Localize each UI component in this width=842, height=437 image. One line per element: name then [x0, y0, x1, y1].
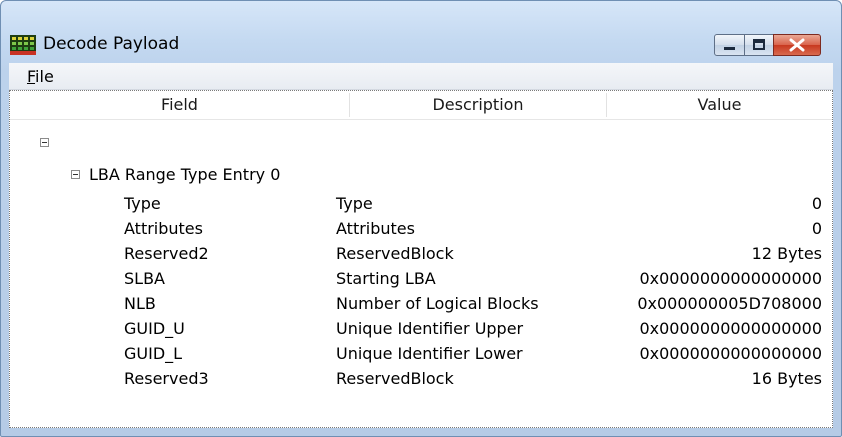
tree-root-row[interactable] [10, 131, 832, 155]
tree-group-row[interactable]: LBA Range Type Entry 0 [10, 163, 832, 187]
description-cell: ReservedBlock [336, 244, 454, 263]
collapse-icon[interactable] [71, 170, 80, 179]
description-cell: Unique Identifier Upper [336, 319, 524, 338]
menu-file-mnemonic: F [27, 67, 36, 86]
value-cell: 0 [811, 194, 822, 213]
field-cell: Reserved2 [124, 244, 209, 263]
description-cell: Starting LBA [336, 269, 436, 288]
value-cell: 0x0000000000000000 [639, 269, 822, 288]
column-header-field[interactable]: Field [10, 91, 349, 119]
column-header-row: Field Description Value [10, 91, 832, 120]
value-cell: 0x0000000000000000 [639, 319, 822, 338]
description-cell: Number of Logical Blocks [336, 294, 539, 313]
table-row[interactable]: NLB Number of Logical Blocks 0x000000005… [10, 292, 832, 316]
collapse-icon[interactable] [40, 138, 49, 147]
close-icon [789, 38, 805, 52]
value-cell: 0 [811, 219, 822, 238]
menu-bar [9, 63, 833, 90]
value-cell: 0x000000005D708000 [637, 294, 822, 313]
field-cell: Attributes [124, 219, 203, 238]
table-row[interactable]: SLBA Starting LBA 0x0000000000000000 [10, 267, 832, 291]
minimize-icon [724, 47, 735, 50]
description-cell: Type [336, 194, 373, 213]
description-cell: Attributes [336, 219, 415, 238]
table-row[interactable]: Reserved2 ReservedBlock 12 Bytes [10, 242, 832, 266]
description-cell: Unique Identifier Lower [336, 344, 523, 363]
table-row[interactable]: GUID_U Unique Identifier Upper 0x0000000… [10, 317, 832, 341]
menu-file[interactable]: File [27, 67, 54, 86]
window-title: Decode Payload [43, 34, 180, 54]
close-button[interactable] [773, 34, 821, 56]
field-cell: NLB [124, 294, 156, 313]
maximize-button[interactable] [744, 34, 774, 56]
tree-group-label: LBA Range Type Entry 0 [89, 165, 281, 184]
menu-file-label: ile [35, 67, 54, 86]
maximize-icon [753, 39, 765, 50]
value-cell: 16 Bytes [751, 369, 822, 388]
field-cell: SLBA [124, 269, 165, 288]
value-cell: 12 Bytes [751, 244, 822, 263]
field-cell: GUID_U [124, 319, 185, 338]
minimize-button[interactable] [714, 34, 745, 56]
value-cell: 0x0000000000000000 [639, 344, 822, 363]
field-cell: Reserved3 [124, 369, 209, 388]
title-bar[interactable]: Decode Payload [1, 1, 841, 63]
decode-payload-window: Decode Payload File Field Description Va… [0, 0, 842, 437]
field-cell: Type [124, 194, 161, 213]
table-row[interactable]: Type Type 0 [10, 192, 832, 216]
column-header-description[interactable]: Description [350, 91, 606, 119]
column-header-value[interactable]: Value [607, 91, 832, 119]
table-row[interactable]: Reserved3 ReservedBlock 16 Bytes [10, 367, 832, 391]
table-row[interactable]: Attributes Attributes 0 [10, 217, 832, 241]
app-logo-icon [10, 35, 36, 55]
field-cell: GUID_L [124, 344, 183, 363]
description-cell: ReservedBlock [336, 369, 454, 388]
table-row[interactable]: GUID_L Unique Identifier Lower 0x0000000… [10, 342, 832, 366]
payload-tree-grid[interactable]: Field Description Value LBA Range Type E… [9, 90, 833, 428]
